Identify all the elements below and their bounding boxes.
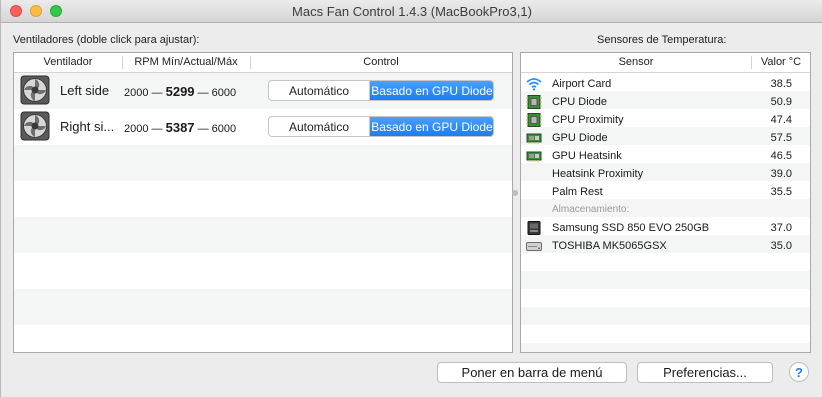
- sensor-name: Samsung SSD 850 EVO 250GB: [552, 222, 710, 234]
- sensor-row[interactable]: Airport Card 38.5: [521, 75, 810, 93]
- fans-stripe: [14, 325, 512, 352]
- fan-row-left-side[interactable]: Left side 2000 — 5299 — 6000 Automático …: [14, 73, 512, 109]
- sensor-name: Airport Card: [552, 78, 612, 90]
- automatic-button[interactable]: Automático: [269, 81, 370, 100]
- sensor-name: GPU Heatsink: [552, 150, 622, 162]
- menu-bar-button[interactable]: Poner en barra de menú: [437, 362, 627, 383]
- ssd-icon: [527, 221, 541, 235]
- fan-name: Right si...: [60, 119, 115, 134]
- sensor-row[interactable]: Samsung SSD 850 EVO 250GB 37.0: [521, 219, 810, 237]
- rpm-dash: —: [151, 123, 163, 135]
- sensor-value: 37.0: [770, 222, 792, 234]
- column-header-control[interactable]: Control: [250, 56, 512, 68]
- rpm-min: 2000: [124, 87, 149, 99]
- sensor-row[interactable]: TOSHIBA MK5065GSX 35.0: [521, 237, 810, 255]
- sensor-based-button[interactable]: Basado en GPU Diode: [370, 117, 493, 136]
- app-window: Macs Fan Control 1.4.3 (MacBookPro3,1) V…: [0, 0, 822, 397]
- column-header-value[interactable]: Valor °C: [751, 56, 810, 68]
- sensor-based-button[interactable]: Basado en GPU Diode: [370, 81, 493, 100]
- fans-stripe: [14, 253, 512, 289]
- sensor-stripe: [521, 289, 810, 307]
- rpm-max: 6000: [211, 87, 237, 99]
- sensor-row[interactable]: CPU Proximity 47.4: [521, 111, 810, 129]
- sensor-value: 50.9: [770, 96, 792, 108]
- preferences-button[interactable]: Preferencias...: [637, 362, 773, 383]
- fans-section-label: Ventiladores (doble click para ajustar):: [13, 34, 200, 46]
- control-segmented: Automático Basado en GPU Diode: [268, 80, 494, 101]
- sensor-stripe: [521, 253, 810, 271]
- sensor-row[interactable]: GPU Heatsink 46.5: [521, 147, 810, 165]
- fans-stripe: [14, 145, 512, 181]
- rpm-max: 6000: [211, 123, 237, 135]
- hdd-icon: [526, 242, 542, 251]
- gpu-card-icon: [526, 151, 542, 162]
- sensor-value: 39.0: [770, 168, 792, 180]
- sensor-value: 38.5: [770, 78, 792, 90]
- sensor-name: CPU Diode: [552, 96, 608, 108]
- help-button[interactable]: ?: [789, 362, 809, 382]
- sensor-stripe: [521, 343, 810, 352]
- sensor-value: 57.5: [770, 132, 792, 144]
- rpm-dash: —: [151, 87, 163, 99]
- sensor-row[interactable]: Heatsink Proximity 39.0: [521, 165, 810, 183]
- fans-stripe: [14, 181, 512, 217]
- rpm-min: 2000: [124, 123, 149, 135]
- column-header-rpm[interactable]: RPM Mín/Actual/Máx: [122, 56, 250, 68]
- sensor-value: 35.0: [770, 240, 792, 252]
- sensors-table-header: Sensor Valor °C: [521, 53, 810, 73]
- group-label: Almacenamiento:: [552, 204, 630, 215]
- sensor-name: CPU Proximity: [552, 114, 624, 126]
- sensors-table[interactable]: Sensor Valor °C Airport Card 38.5 CPU Di…: [520, 52, 811, 353]
- fan-rpm: 2000 — 5387 — 6000: [124, 120, 250, 135]
- rpm-current: 5299: [165, 84, 195, 99]
- sensor-row[interactable]: Palm Rest 35.5: [521, 183, 810, 201]
- fan-icon: [20, 111, 50, 141]
- window-title: Macs Fan Control 1.4.3 (MacBookPro3,1): [292, 4, 532, 19]
- chip-icon: [526, 113, 542, 127]
- sensors-section-label: Sensores de Temperatura:: [597, 34, 727, 46]
- chip-icon: [526, 95, 542, 109]
- fans-stripe: [14, 289, 512, 325]
- sensor-stripe: [521, 271, 810, 289]
- automatic-button[interactable]: Automático: [269, 117, 370, 136]
- rpm-current: 5387: [165, 120, 195, 135]
- split-view-divider[interactable]: [512, 190, 518, 196]
- title-bar[interactable]: Macs Fan Control 1.4.3 (MacBookPro3,1): [1, 0, 822, 23]
- sensor-value: 46.5: [770, 150, 792, 162]
- fan-rpm: 2000 — 5299 — 6000: [124, 84, 250, 99]
- sensor-name: TOSHIBA MK5065GSX: [552, 240, 667, 252]
- sensor-value: 35.5: [770, 186, 792, 198]
- fan-row-right-side[interactable]: Right si... 2000 — 5387 — 6000 Automátic…: [14, 109, 512, 145]
- sensor-row[interactable]: CPU Diode 50.9: [521, 93, 810, 111]
- fans-table[interactable]: Ventilador RPM Mín/Actual/Máx Control Le…: [13, 52, 513, 353]
- gpu-card-icon: [526, 133, 542, 144]
- rpm-dash: —: [197, 87, 209, 99]
- sensor-name: Palm Rest: [552, 186, 603, 198]
- sensor-name: Heatsink Proximity: [552, 168, 644, 180]
- sensor-stripe: [521, 325, 810, 343]
- column-header-sensor[interactable]: Sensor: [521, 56, 751, 68]
- wifi-icon: [526, 78, 542, 91]
- column-header-fan[interactable]: Ventilador: [14, 56, 122, 68]
- rpm-dash: —: [197, 123, 209, 135]
- sensor-row[interactable]: GPU Diode 57.5: [521, 129, 810, 147]
- storage-group-header: Almacenamiento:: [521, 201, 810, 219]
- sensor-value: 47.4: [770, 114, 792, 126]
- fans-table-header: Ventilador RPM Mín/Actual/Máx Control: [14, 53, 512, 73]
- sensor-name: GPU Diode: [552, 132, 608, 144]
- sensor-stripe: [521, 307, 810, 325]
- fans-stripe: [14, 217, 512, 253]
- control-segmented: Automático Basado en GPU Diode: [268, 116, 494, 137]
- fan-icon: [20, 75, 50, 105]
- fan-name: Left side: [60, 83, 110, 98]
